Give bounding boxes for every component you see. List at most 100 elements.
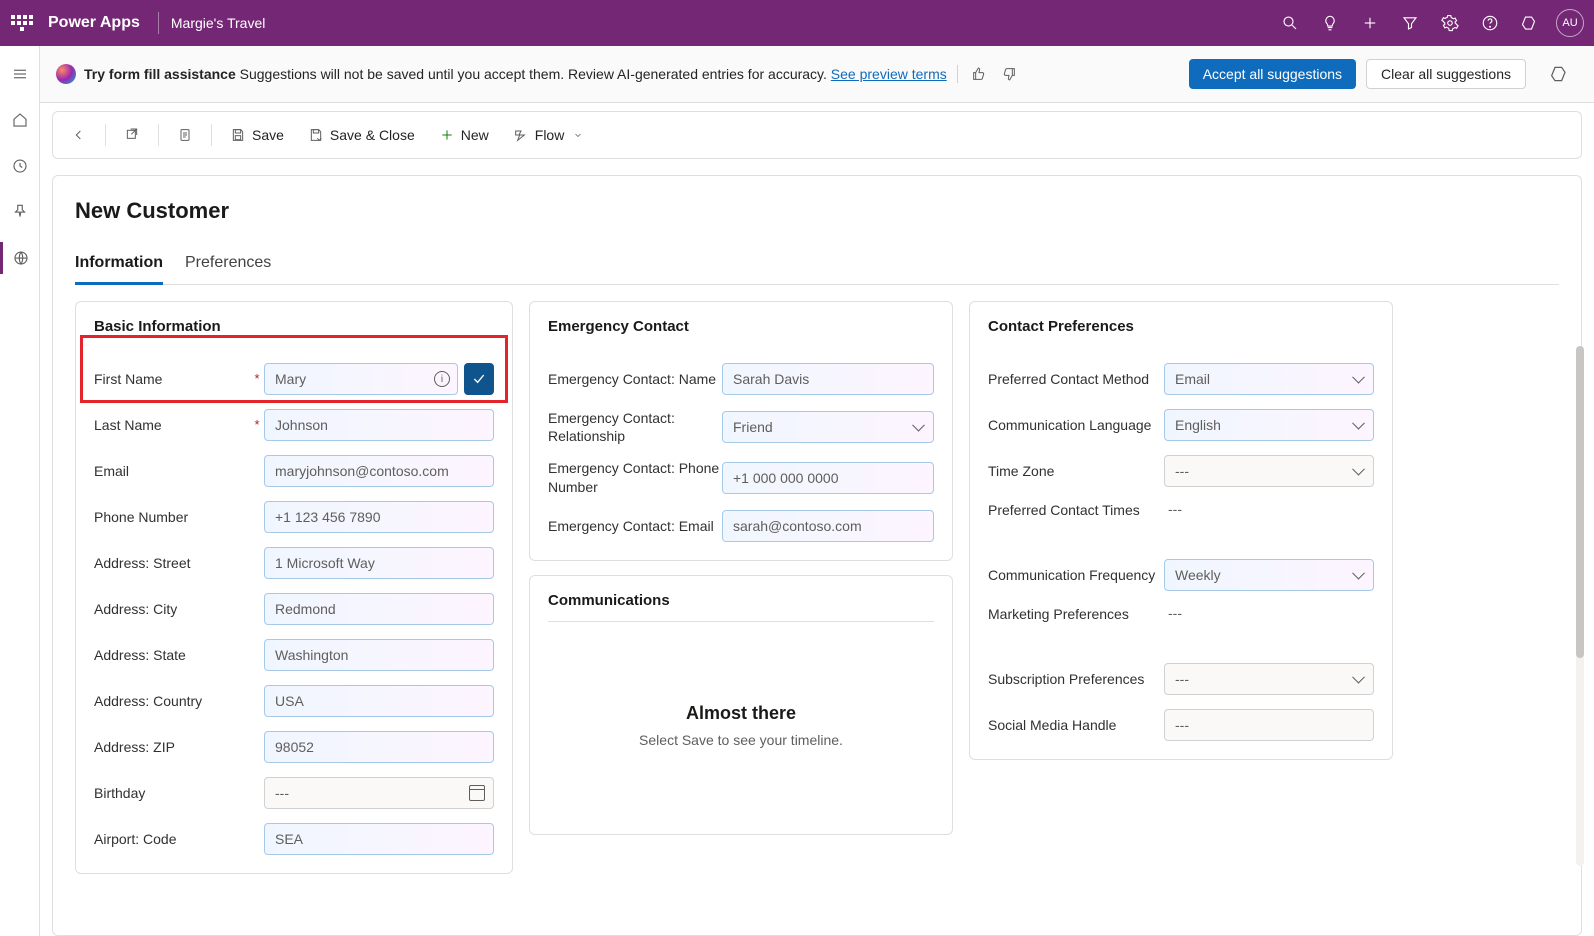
page-title: New Customer bbox=[75, 198, 1559, 224]
record-form: New Customer Information Preferences Bas… bbox=[52, 175, 1582, 936]
label-ec-phone: Emergency Contact: Phone Number bbox=[548, 459, 722, 495]
input-country[interactable] bbox=[264, 685, 494, 717]
label-city: Address: City bbox=[94, 600, 254, 618]
input-email[interactable] bbox=[264, 455, 494, 487]
save-close-button[interactable]: Save & Close bbox=[298, 121, 425, 149]
label-zip: Address: ZIP bbox=[94, 738, 254, 756]
form-tabs: Information Preferences bbox=[75, 248, 1559, 285]
communications-section: Communications Almost there Select Save … bbox=[529, 575, 953, 835]
label-street: Address: Street bbox=[94, 554, 254, 572]
thumbs-down-icon[interactable] bbox=[998, 63, 1020, 85]
recent-icon[interactable] bbox=[4, 150, 36, 182]
label-method: Preferred Contact Method bbox=[988, 370, 1164, 388]
globe-icon[interactable] bbox=[0, 242, 39, 274]
select-tz[interactable]: --- bbox=[1164, 455, 1374, 487]
input-last-name[interactable] bbox=[264, 409, 494, 441]
brand-label: Power Apps bbox=[48, 14, 140, 32]
section-heading: Communications bbox=[548, 592, 934, 622]
select-ec-rel[interactable]: Friend bbox=[722, 411, 934, 443]
input-street[interactable] bbox=[264, 547, 494, 579]
suggestion-banner: Try form fill assistance Suggestions wil… bbox=[40, 46, 1594, 103]
hamburger-icon[interactable] bbox=[4, 58, 36, 90]
required-marker: * bbox=[254, 371, 259, 386]
preview-terms-link[interactable]: See preview terms bbox=[831, 66, 947, 82]
scrollbar-thumb[interactable] bbox=[1576, 346, 1584, 658]
save-button[interactable]: Save bbox=[220, 121, 294, 149]
check-record-button[interactable] bbox=[167, 121, 203, 149]
open-new-window-button[interactable] bbox=[114, 121, 150, 149]
lightbulb-icon[interactable] bbox=[1310, 0, 1350, 46]
label-lang: Communication Language bbox=[988, 416, 1164, 434]
main-content: Try form fill assistance Suggestions wil… bbox=[40, 46, 1594, 936]
section-heading: Basic Information bbox=[94, 318, 494, 335]
input-city[interactable] bbox=[264, 593, 494, 625]
timeline-empty-sub: Select Save to see your timeline. bbox=[639, 732, 843, 748]
select-lang[interactable]: English bbox=[1164, 409, 1374, 441]
emergency-contact-section: Emergency Contact Emergency Contact: Nam… bbox=[529, 301, 953, 561]
basic-info-section: Basic Information First Name * i bbox=[75, 301, 513, 874]
input-birthday[interactable]: --- bbox=[264, 777, 494, 809]
label-social: Social Media Handle bbox=[988, 716, 1164, 734]
add-icon[interactable] bbox=[1350, 0, 1390, 46]
divider bbox=[158, 12, 159, 34]
contact-prefs-section: Contact Preferences Preferred Contact Me… bbox=[969, 301, 1393, 760]
label-freq: Communication Frequency bbox=[988, 566, 1164, 584]
accept-all-button[interactable]: Accept all suggestions bbox=[1189, 59, 1356, 89]
input-state[interactable] bbox=[264, 639, 494, 671]
pin-icon[interactable] bbox=[4, 196, 36, 228]
accept-suggestion-button[interactable] bbox=[464, 363, 494, 395]
user-avatar[interactable]: AU bbox=[1556, 9, 1584, 37]
clear-all-button[interactable]: Clear all suggestions bbox=[1366, 59, 1526, 89]
banner-text: Try form fill assistance Suggestions wil… bbox=[84, 66, 947, 82]
help-icon[interactable] bbox=[1470, 0, 1510, 46]
app-header: Power Apps Margie's Travel AU bbox=[0, 0, 1594, 46]
copilot-header-icon[interactable] bbox=[1510, 0, 1550, 46]
scrollbar[interactable] bbox=[1576, 346, 1584, 866]
section-heading: Contact Preferences bbox=[988, 318, 1374, 335]
tab-preferences[interactable]: Preferences bbox=[185, 248, 271, 284]
text-times[interactable]: --- bbox=[1164, 501, 1374, 517]
label-state: Address: State bbox=[94, 646, 254, 664]
label-tz: Time Zone bbox=[988, 462, 1164, 480]
label-country: Address: Country bbox=[94, 692, 254, 710]
input-zip[interactable] bbox=[264, 731, 494, 763]
input-first-name[interactable] bbox=[264, 363, 458, 395]
label-email: Email bbox=[94, 462, 254, 480]
filter-icon[interactable] bbox=[1390, 0, 1430, 46]
home-icon[interactable] bbox=[4, 104, 36, 136]
required-marker: * bbox=[254, 417, 259, 432]
label-ec-name: Emergency Contact: Name bbox=[548, 370, 722, 388]
input-ec-email[interactable] bbox=[722, 510, 934, 542]
select-method[interactable]: Email bbox=[1164, 363, 1374, 395]
input-ec-name[interactable] bbox=[722, 363, 934, 395]
label-marketing: Marketing Preferences bbox=[988, 605, 1164, 623]
back-button[interactable] bbox=[61, 121, 97, 149]
text-marketing[interactable]: --- bbox=[1164, 605, 1374, 621]
label-ec-rel: Emergency Contact: Relationship bbox=[548, 409, 722, 445]
new-button[interactable]: New bbox=[429, 121, 499, 149]
input-ec-phone[interactable] bbox=[722, 462, 934, 494]
command-bar: Save Save & Close New Flow bbox=[52, 111, 1582, 159]
copilot-panel-icon[interactable] bbox=[1542, 56, 1578, 92]
info-icon[interactable]: i bbox=[434, 371, 450, 387]
thumbs-up-icon[interactable] bbox=[968, 63, 990, 85]
label-airport: Airport: Code bbox=[94, 830, 254, 848]
field-first-name-highlight: First Name * i bbox=[94, 363, 494, 395]
label-subs: Subscription Preferences bbox=[988, 670, 1164, 688]
flow-button[interactable]: Flow bbox=[503, 121, 595, 149]
select-subs[interactable]: --- bbox=[1164, 663, 1374, 695]
input-airport[interactable] bbox=[264, 823, 494, 855]
settings-icon[interactable] bbox=[1430, 0, 1470, 46]
input-phone[interactable] bbox=[264, 501, 494, 533]
label-phone: Phone Number bbox=[94, 508, 254, 526]
label-times: Preferred Contact Times bbox=[988, 501, 1164, 519]
calendar-icon[interactable] bbox=[469, 785, 485, 801]
search-icon[interactable] bbox=[1270, 0, 1310, 46]
input-social[interactable]: --- bbox=[1164, 709, 1374, 741]
tab-information[interactable]: Information bbox=[75, 248, 163, 284]
app-launcher-icon[interactable] bbox=[10, 11, 34, 35]
label-birthday: Birthday bbox=[94, 784, 254, 802]
environment-name[interactable]: Margie's Travel bbox=[171, 15, 265, 31]
select-freq[interactable]: Weekly bbox=[1164, 559, 1374, 591]
section-heading: Emergency Contact bbox=[548, 318, 934, 335]
